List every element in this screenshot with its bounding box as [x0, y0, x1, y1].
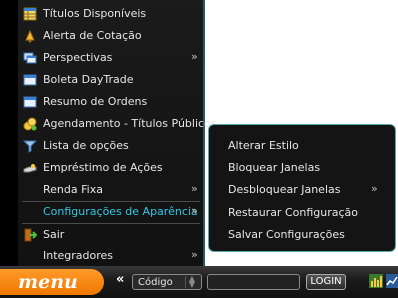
- coins-icon: [23, 117, 37, 131]
- submenu-item-salvar-configuracoes[interactable]: Salvar Configurações: [228, 227, 345, 243]
- appearance-submenu: Alterar Estilo Bloquear Janelas Desbloqu…: [208, 124, 396, 252]
- menu-item-configuracoes-aparencia[interactable]: Configurações de Aparência »: [18, 201, 203, 223]
- main-menu-panel: Títulos Disponíveis Alerta de Cotação Pe…: [18, 0, 217, 267]
- menu-item-label: Títulos Disponíveis: [43, 7, 147, 20]
- menu-item-renda-fixa[interactable]: Renda Fixa »: [18, 179, 203, 201]
- login-button[interactable]: LOGIN: [306, 274, 346, 290]
- filter-icon: [23, 140, 37, 153]
- code-input[interactable]: [207, 274, 300, 290]
- windows-icon: [23, 52, 37, 64]
- menu-item-label: Renda Fixa: [43, 183, 103, 196]
- menu-item-label: Boleta DayTrade: [43, 73, 134, 86]
- collapse-icon[interactable]: «: [116, 272, 124, 287]
- submenu-arrow-icon: »: [191, 204, 198, 217]
- codigo-select-value: Código: [138, 277, 173, 288]
- menu-item-label: Sair: [43, 228, 65, 241]
- table-icon: [23, 7, 37, 21]
- menu-item-label: Perspectivas: [43, 51, 113, 64]
- menu-item-label: Configurações de Aparência: [43, 205, 198, 218]
- menu-item-lista-opcoes[interactable]: Lista de opções: [18, 135, 203, 157]
- menu-item-agendamento[interactable]: Agendamento - Títulos Públicos: [18, 113, 217, 135]
- menu-item-resumo-ordens[interactable]: Resumo de Ordens: [18, 91, 203, 113]
- menu-item-label: Resumo de Ordens: [43, 95, 148, 108]
- line-chart-icon[interactable]: [386, 274, 398, 288]
- submenu-item-restaurar-configuracao[interactable]: Restaurar Configuração: [228, 205, 358, 221]
- spinner-arrows-icon[interactable]: ▲ ▼: [185, 275, 198, 289]
- exit-door-icon: [24, 228, 37, 242]
- submenu-arrow-icon: »: [191, 50, 198, 63]
- menu-item-integradores[interactable]: Integradores »: [18, 245, 203, 267]
- submenu-item-alterar-estilo[interactable]: Alterar Estilo: [228, 138, 299, 154]
- submenu-item-bloquear-janelas[interactable]: Bloquear Janelas: [228, 160, 320, 176]
- chart-icon[interactable]: [369, 274, 383, 288]
- menu-item-label: Lista de opções: [43, 139, 129, 152]
- menu-item-alerta-cotacao[interactable]: Alerta de Cotação: [18, 25, 203, 47]
- left-strip: [0, 0, 20, 266]
- menu-item-sair[interactable]: Sair: [18, 224, 203, 246]
- codigo-select[interactable]: Código ▲ ▼: [132, 274, 202, 290]
- submenu-item-desbloquear-janelas[interactable]: Desbloquear Janelas: [228, 182, 340, 198]
- menu-item-boleta-daytrade[interactable]: Boleta DayTrade: [18, 69, 203, 91]
- bottom-toolbar: menu « Código ▲ ▼ LOGIN: [0, 266, 398, 298]
- menu-item-label: Integradores: [43, 249, 114, 262]
- menu-item-emprestimo-acoes[interactable]: Empréstimo de Ações: [18, 157, 203, 179]
- window-icon: [23, 74, 37, 86]
- window-icon: [23, 96, 37, 108]
- menu-button[interactable]: menu: [0, 269, 104, 295]
- bell-icon: [25, 29, 35, 43]
- menu-item-perspectivas[interactable]: Perspectivas »: [18, 47, 203, 69]
- menu-item-titulos-disponiveis[interactable]: Títulos Disponíveis: [18, 3, 203, 25]
- menu-item-label: Empréstimo de Ações: [43, 161, 163, 174]
- menu-item-label: Alerta de Cotação: [43, 29, 142, 42]
- hand-icon: [23, 164, 37, 173]
- submenu-arrow-icon: »: [191, 182, 198, 195]
- submenu-arrow-icon: »: [191, 248, 198, 261]
- submenu-arrow-icon: »: [371, 182, 378, 195]
- menu-item-label: Agendamento - Títulos Públicos: [43, 117, 217, 130]
